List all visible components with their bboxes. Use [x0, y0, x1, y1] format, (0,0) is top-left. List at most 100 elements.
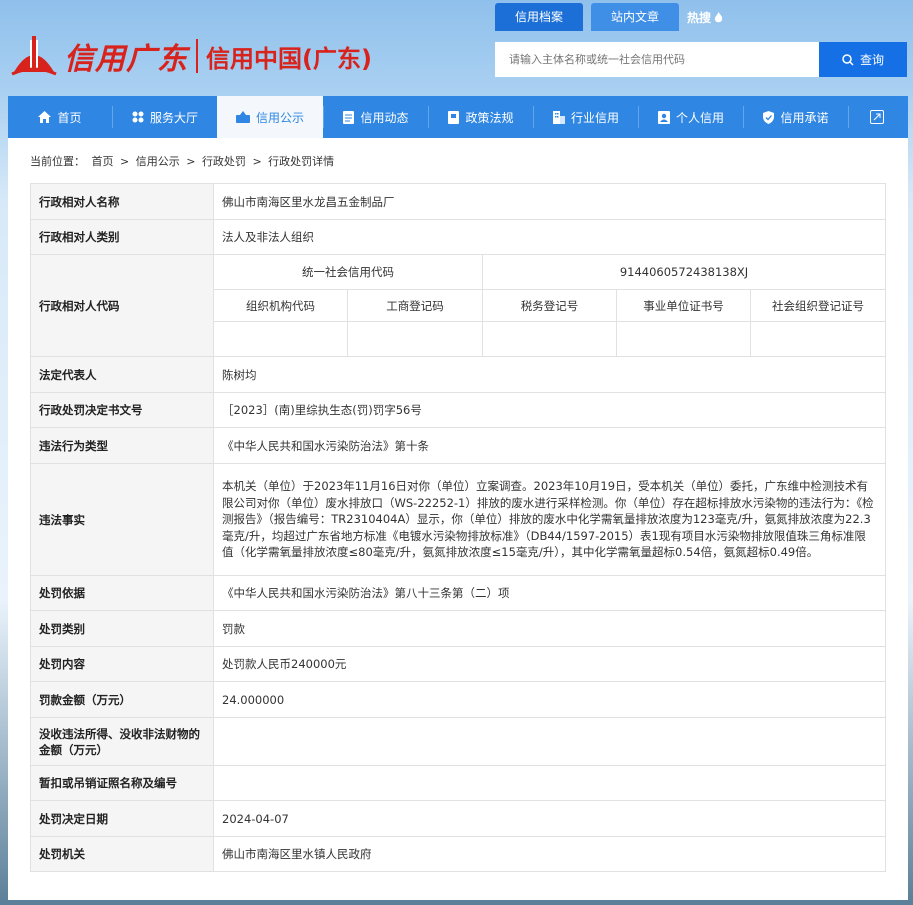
flame-icon: [714, 11, 723, 23]
nav-item-personal-credit[interactable]: 个人信用: [639, 96, 743, 138]
breadcrumb-admin-penalty[interactable]: 行政处罚: [202, 155, 246, 168]
nav-label: 信用承诺: [780, 110, 829, 125]
field-label: 违法行为类型: [30, 427, 214, 464]
social-org-reg-label: 社会组织登记证号: [749, 289, 887, 322]
license-revocation-value: [212, 765, 887, 801]
fine-amount-value: 24.000000: [212, 681, 887, 718]
penalty-type-value: 罚款: [212, 610, 887, 647]
shield-icon: [763, 110, 775, 124]
nav-item-credit-news[interactable]: 信用动态: [324, 96, 428, 138]
tax-reg-label: 税务登记号: [482, 289, 617, 322]
table-row: 罚款金额（万元） 24.000000: [30, 681, 887, 718]
field-label: 法定代表人: [30, 356, 214, 393]
site-header: 信用广东 信用中国(广东) 信用档案 站内文章 热搜 查询: [0, 0, 913, 96]
breadcrumb-current: 行政处罚详情: [268, 155, 335, 168]
field-label: 行政相对人代码: [30, 254, 214, 357]
table-row: 行政相对人类别 法人及非法人组织: [30, 219, 887, 255]
legal-rep-value: 陈树均: [212, 356, 887, 393]
table-row: 没收违法所得、没收非法财物的金额（万元）: [30, 717, 887, 766]
breadcrumb-prefix: 当前位置：: [30, 155, 85, 168]
logo-divider: [196, 39, 198, 73]
institution-cert-label: 事业单位证书号: [616, 289, 751, 322]
field-label: 行政相对人类别: [30, 219, 214, 255]
nav-label: 个人信用: [675, 110, 724, 125]
uscc-value: 9144060572438138XJ: [481, 254, 887, 290]
nav-item-credit-commitment[interactable]: 信用承诺: [744, 96, 848, 138]
subject-name-value: 佛山市南海区里水龙昌五金制品厂: [212, 183, 887, 220]
nav-label: 信用公示: [255, 110, 304, 125]
building-icon: [552, 110, 565, 124]
nav-item-credit-publicity[interactable]: 信用公示: [217, 96, 323, 138]
violation-type-value: 《中华人民共和国水污染防治法》第十条: [212, 427, 887, 464]
nav-item-service-hall[interactable]: 服务大厅: [113, 96, 217, 138]
table-row: 行政相对人代码 统一社会信用代码 9144060572438138XJ: [30, 254, 887, 357]
penalty-detail-table: 行政相对人名称 佛山市南海区里水龙昌五金制品厂 行政相对人类别 法人及非法人组织…: [30, 183, 887, 872]
breadcrumb-separator: >: [252, 155, 262, 168]
decision-date-value: 2024-04-07: [212, 800, 887, 837]
violation-facts-value: 本机关（单位）于2023年11月16日对你（单位）立案调查。2023年10月19…: [212, 463, 887, 576]
social-org-reg-value: [749, 321, 887, 357]
tax-reg-value: [482, 321, 617, 357]
institution-cert-value: [616, 321, 751, 357]
search-icon: [842, 53, 854, 66]
person-card-icon: [657, 110, 670, 124]
doc-number-value: ［2023］(南)里综执生态(罚)罚字56号: [212, 392, 887, 428]
field-label: 处罚机关: [30, 836, 214, 872]
nav-item-home[interactable]: 首页: [8, 96, 112, 138]
org-code-value: [213, 321, 348, 357]
hot-search-label: 热搜: [687, 10, 712, 25]
nav-label: 首页: [57, 110, 82, 125]
main-nav: 首页 服务大厅 信用公示 信用动态 政策法规 行业信用 个人信用 信用承诺: [8, 96, 908, 138]
field-label: 罚款金额（万元）: [30, 681, 214, 718]
search-button-label: 查询: [859, 53, 884, 67]
logo-text: 信用广东: [64, 42, 188, 77]
breadcrumb-separator: >: [120, 155, 130, 168]
grid-icon: [132, 111, 144, 123]
table-row: 违法事实 本机关（单位）于2023年11月16日对你（单位）立案调查。2023年…: [30, 463, 887, 576]
nav-item-policy[interactable]: 政策法规: [429, 96, 533, 138]
nav-label: 政策法规: [465, 110, 514, 125]
home-icon: [38, 111, 52, 123]
main-content: 当前位置： 首页 > 信用公示 > 行政处罚 > 行政处罚详情 行政相对人名称 …: [8, 138, 908, 900]
penalty-authority-value: 佛山市南海区里水镇人民政府: [212, 836, 887, 872]
field-label: 没收违法所得、没收非法财物的金额（万元）: [30, 717, 214, 766]
field-label: 处罚依据: [30, 575, 214, 611]
field-label: 违法事实: [30, 463, 214, 576]
hot-search-link[interactable]: 热搜: [687, 9, 723, 26]
uscc-label: 统一社会信用代码: [213, 254, 483, 290]
nav-label: 信用动态: [360, 110, 409, 125]
confiscation-amount-value: [212, 717, 887, 766]
table-row: 违法行为类型 《中华人民共和国水污染防治法》第十条: [30, 427, 887, 464]
search-bar: 查询: [495, 42, 907, 77]
field-label: 暂扣或吊销证照名称及编号: [30, 765, 214, 801]
nav-label: 服务大厅: [149, 110, 198, 125]
nav-expand-button[interactable]: [849, 96, 905, 138]
tab-credit-archive[interactable]: 信用档案: [495, 3, 584, 31]
field-label: 行政处罚决定书文号: [30, 392, 214, 428]
field-label: 行政相对人名称: [30, 183, 214, 220]
table-row: 处罚机关 佛山市南海区里水镇人民政府: [30, 836, 887, 872]
breadcrumb-credit-publicity[interactable]: 信用公示: [136, 155, 180, 168]
logo-emblem-icon: [10, 32, 58, 80]
search-button[interactable]: 查询: [819, 42, 907, 77]
table-row: 处罚依据 《中华人民共和国水污染防治法》第八十三条第（二）项: [30, 575, 887, 611]
table-row: 法定代表人 陈树均: [30, 356, 887, 393]
breadcrumb: 当前位置： 首页 > 信用公示 > 行政处罚 > 行政处罚详情: [30, 153, 337, 169]
logo-subtitle: 信用中国(广东): [206, 44, 372, 73]
expand-icon: [870, 110, 884, 124]
tab-site-articles[interactable]: 站内文章: [591, 3, 680, 31]
nav-item-industry-credit[interactable]: 行业信用: [534, 96, 638, 138]
penalty-content-value: 处罚款人民币240000元: [212, 646, 887, 682]
business-reg-value: [347, 321, 483, 357]
field-label: 处罚决定日期: [30, 800, 214, 837]
breadcrumb-home[interactable]: 首页: [92, 155, 114, 168]
subject-category-value: 法人及非法人组织: [212, 219, 887, 255]
field-label: 处罚内容: [30, 646, 214, 682]
search-input[interactable]: [495, 42, 819, 77]
field-label: 处罚类别: [30, 610, 214, 647]
site-logo[interactable]: 信用广东 信用中国(广东): [10, 30, 372, 82]
table-row: 行政处罚决定书文号 ［2023］(南)里综执生态(罚)罚字56号: [30, 392, 887, 428]
business-reg-label: 工商登记码: [347, 289, 483, 322]
penalty-basis-value: 《中华人民共和国水污染防治法》第八十三条第（二）项: [212, 575, 887, 611]
publicity-icon: [235, 111, 250, 123]
